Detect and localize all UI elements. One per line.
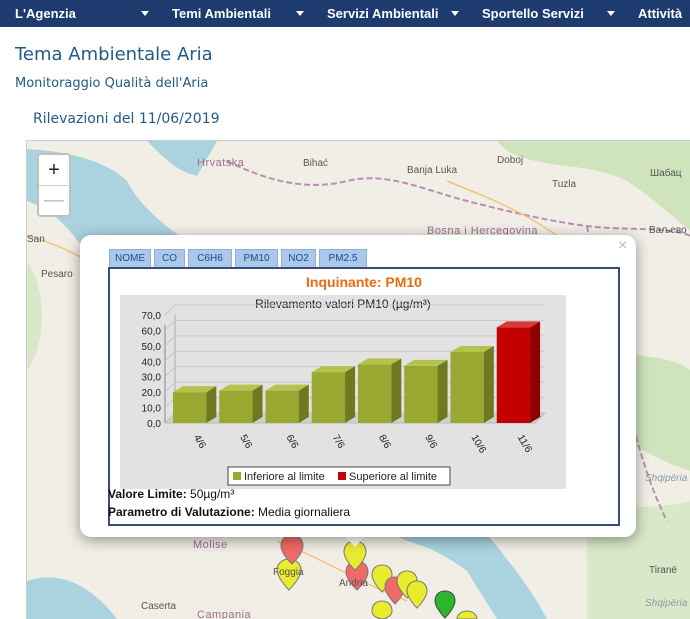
tab-co[interactable]: CO	[154, 249, 185, 267]
top-nav: L'Agenzia Temi Ambientali Servizi Ambien…	[0, 0, 690, 27]
map-label-shqiperia-1: Shqipëria	[645, 473, 688, 484]
map-label-banja-luka: Banja Luka	[407, 165, 458, 176]
tab-c6h6[interactable]: C6H6	[188, 249, 232, 267]
page-title: Tema Ambientale Aria	[15, 44, 213, 65]
zoom-out-button[interactable]: —	[39, 185, 69, 215]
zoom-control: + —	[37, 153, 71, 217]
page-subtitle: Monitoraggio Qualità dell'Aria	[15, 76, 209, 91]
station-popup: × NOME CO C6H6 PM10 NO2 PM2.5 Inquinante…	[80, 235, 636, 537]
chevron-down-icon[interactable]	[607, 11, 615, 16]
tab-pm10[interactable]: PM10	[235, 249, 278, 267]
tab-no2[interactable]: NO2	[281, 249, 316, 267]
map-label-sabac: Шабац	[650, 168, 682, 179]
map-label-doboj: Doboj	[497, 155, 524, 166]
map-label-andria: Andria	[339, 578, 368, 589]
date-label: Rilevazioni del 11/06/2019	[33, 111, 220, 127]
param-value: Media giornaliera	[254, 505, 351, 519]
nav-temi-ambientali[interactable]: Temi Ambientali	[172, 6, 271, 21]
map-label-caserta: Caserta	[141, 601, 177, 612]
map-label-tuzla: Tuzla	[552, 179, 577, 190]
limit-value: 50µg/m³	[186, 487, 235, 501]
popup-info: Valore Limite: 50µg/m³ Parametro di Valu…	[108, 267, 616, 537]
chevron-down-icon[interactable]	[141, 11, 149, 16]
param-info: Parametro di Valutazione: Media giornali…	[108, 505, 350, 519]
nav-sportello-servizi[interactable]: Sportello Servizi	[482, 6, 584, 21]
map-label-molise: Molise	[193, 539, 228, 551]
map-label-shqiperia-2: Shqipëria	[645, 598, 688, 609]
limit-label: Valore Limite:	[108, 487, 187, 501]
map-label-tirana: Tiranë	[649, 565, 677, 576]
map-label-bihac: Bihać	[303, 158, 329, 169]
nav-attivita[interactable]: Attività	[638, 6, 682, 21]
limit-info: Valore Limite: 50µg/m³	[108, 487, 234, 501]
tab-nome[interactable]: NOME	[109, 249, 151, 267]
nav-agenzia[interactable]: L'Agenzia	[15, 6, 76, 21]
param-label: Parametro di Valutazione:	[108, 505, 255, 519]
map-label-san: San	[27, 234, 45, 245]
chevron-down-icon[interactable]	[296, 11, 304, 16]
nav-servizi-ambientali[interactable]: Servizi Ambientali	[327, 6, 439, 21]
tab-pm25[interactable]: PM2.5	[319, 249, 367, 267]
popup-tip	[345, 536, 365, 547]
map-label-valjevo: Ваљево	[649, 225, 687, 236]
zoom-in-button[interactable]: +	[39, 155, 69, 185]
map-label-pesaro: Pesaro	[41, 269, 73, 280]
map-label-hrvatska: Hrvatska	[197, 157, 245, 169]
close-icon[interactable]: ×	[618, 237, 627, 255]
chevron-down-icon[interactable]	[451, 11, 459, 16]
map-label-foggia: Foggia	[273, 567, 304, 578]
